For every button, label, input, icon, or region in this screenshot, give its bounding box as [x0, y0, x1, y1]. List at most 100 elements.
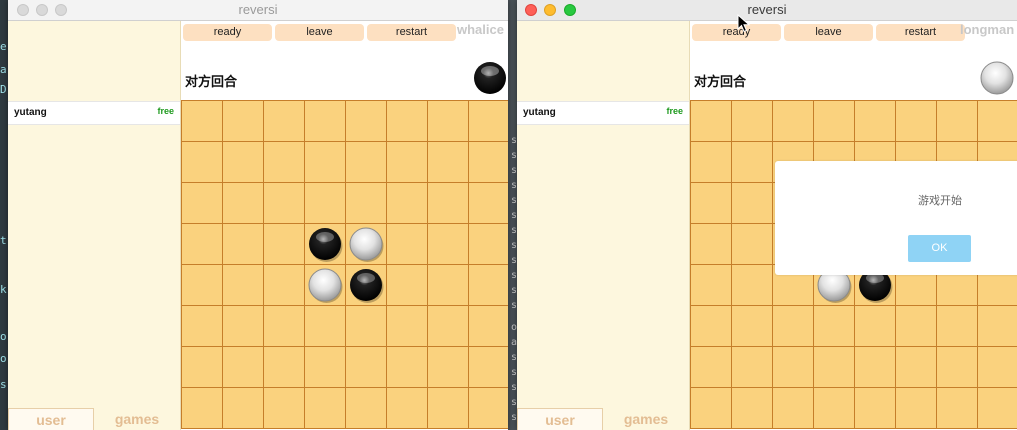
board-cell[interactable]: [936, 100, 978, 142]
board-cell[interactable]: [222, 100, 264, 142]
tab-user[interactable]: user: [8, 408, 94, 430]
board-cell[interactable]: [427, 182, 469, 224]
board-cell[interactable]: [854, 387, 896, 429]
board-cell[interactable]: [222, 141, 264, 183]
board-cell[interactable]: [854, 346, 896, 388]
board-cell[interactable]: [345, 387, 387, 429]
board-cell[interactable]: [181, 264, 223, 306]
board-cell[interactable]: [427, 346, 469, 388]
board-cell[interactable]: [263, 346, 305, 388]
board-cell[interactable]: [895, 100, 937, 142]
tab-games[interactable]: games: [603, 408, 689, 430]
board-cell[interactable]: [977, 100, 1017, 142]
board-cell[interactable]: [263, 264, 305, 306]
board-cell[interactable]: [731, 264, 773, 306]
board-cell[interactable]: [772, 387, 814, 429]
board-cell[interactable]: [813, 346, 855, 388]
board-cell[interactable]: [222, 387, 264, 429]
title-bar[interactable]: reversi: [517, 0, 1017, 21]
board-cell[interactable]: [690, 223, 732, 265]
board-cell[interactable]: [222, 305, 264, 347]
board-cell[interactable]: [772, 100, 814, 142]
board-cell[interactable]: [181, 182, 223, 224]
board-cell[interactable]: [345, 182, 387, 224]
board-cell[interactable]: [895, 387, 937, 429]
board-cell[interactable]: [468, 141, 509, 183]
board-cell[interactable]: [690, 387, 732, 429]
board-cell[interactable]: [813, 305, 855, 347]
board-cell[interactable]: [468, 100, 509, 142]
board-cell[interactable]: [895, 305, 937, 347]
board-cell[interactable]: [181, 223, 223, 265]
board-cell[interactable]: [854, 305, 896, 347]
board-cell[interactable]: [263, 182, 305, 224]
board-cell[interactable]: [936, 346, 978, 388]
board-cell[interactable]: [977, 346, 1017, 388]
game-board[interactable]: [181, 100, 508, 430]
board-cell[interactable]: [263, 223, 305, 265]
board-cell[interactable]: [977, 305, 1017, 347]
board-cell[interactable]: [427, 387, 469, 429]
board-cell[interactable]: [386, 387, 428, 429]
board-cell[interactable]: [263, 100, 305, 142]
board-cell[interactable]: [386, 305, 428, 347]
board-cell[interactable]: [304, 387, 346, 429]
board-cell[interactable]: [468, 305, 509, 347]
board-cell[interactable]: [895, 346, 937, 388]
board-cell[interactable]: [468, 182, 509, 224]
board-cell[interactable]: [181, 141, 223, 183]
board-cell[interactable]: [690, 305, 732, 347]
board-cell[interactable]: [181, 305, 223, 347]
board-cell[interactable]: [731, 223, 773, 265]
board-cell[interactable]: [222, 182, 264, 224]
tab-user[interactable]: user: [517, 408, 603, 430]
board-cell[interactable]: [222, 223, 264, 265]
board-cell[interactable]: [304, 182, 346, 224]
board-cell[interactable]: [263, 387, 305, 429]
tab-games[interactable]: games: [94, 408, 180, 430]
board-cell[interactable]: [427, 305, 469, 347]
close-window-button[interactable]: [17, 4, 29, 16]
board-cell[interactable]: [731, 100, 773, 142]
board-cell[interactable]: [263, 141, 305, 183]
close-window-button[interactable]: [525, 4, 537, 16]
minimize-window-button[interactable]: [544, 4, 556, 16]
board-cell[interactable]: [690, 100, 732, 142]
board-cell[interactable]: [977, 387, 1017, 429]
board-cell[interactable]: [386, 100, 428, 142]
board-cell[interactable]: [181, 387, 223, 429]
restart-button[interactable]: restart: [876, 24, 965, 41]
board-cell[interactable]: [386, 346, 428, 388]
board-cell[interactable]: [304, 100, 346, 142]
zoom-window-button[interactable]: [564, 4, 576, 16]
board-cell[interactable]: [345, 141, 387, 183]
board-cell[interactable]: [936, 305, 978, 347]
board-cell[interactable]: [468, 346, 509, 388]
board-cell[interactable]: [304, 346, 346, 388]
board-cell[interactable]: [731, 387, 773, 429]
board-cell[interactable]: [731, 346, 773, 388]
board-cell[interactable]: [854, 100, 896, 142]
board-cell[interactable]: [690, 346, 732, 388]
leave-button[interactable]: leave: [784, 24, 873, 41]
board-cell[interactable]: [263, 305, 305, 347]
player-row[interactable]: yutang free: [517, 101, 689, 125]
restart-button[interactable]: restart: [367, 24, 456, 41]
board-cell[interactable]: [772, 305, 814, 347]
title-bar[interactable]: reversi: [8, 0, 508, 21]
board-cell[interactable]: [468, 264, 509, 306]
board-cell[interactable]: [304, 141, 346, 183]
board-cell[interactable]: [690, 264, 732, 306]
board-cell[interactable]: [222, 264, 264, 306]
board-cell[interactable]: [731, 141, 773, 183]
board-cell[interactable]: [181, 100, 223, 142]
player-row[interactable]: yutang free: [8, 101, 180, 125]
board-cell[interactable]: [731, 182, 773, 224]
zoom-window-button[interactable]: [55, 4, 67, 16]
board-cell[interactable]: [468, 387, 509, 429]
board-cell[interactable]: [936, 387, 978, 429]
board-cell[interactable]: [813, 387, 855, 429]
board-cell[interactable]: [427, 264, 469, 306]
board-cell[interactable]: [345, 100, 387, 142]
board-cell[interactable]: [427, 141, 469, 183]
